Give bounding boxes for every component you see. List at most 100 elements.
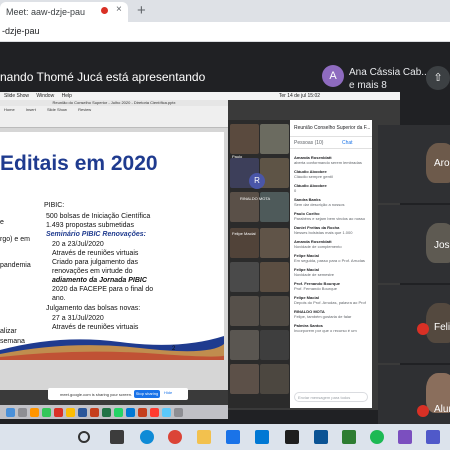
slide-left-text: rgo) e em [0, 236, 30, 243]
app-icon[interactable] [138, 408, 147, 417]
mic-off-icon [417, 405, 429, 417]
ribbon-tab[interactable]: Slide Show [47, 107, 67, 112]
task-view-icon[interactable] [110, 430, 124, 444]
slide-subbullet: renovações em virtude do [52, 268, 133, 275]
slide-subbullet: ano. [52, 295, 66, 302]
chat-input[interactable]: Enviar mensagem para todos [294, 392, 368, 402]
screen-share-bar: meet.google.com is sharing your screen. … [48, 388, 188, 400]
chrome-icon[interactable] [66, 408, 75, 417]
edge-icon[interactable] [140, 430, 154, 444]
video-tile[interactable] [230, 296, 259, 326]
slide-bullet: 1.493 propostas submetidas [46, 222, 134, 229]
trash-icon[interactable] [174, 408, 183, 417]
menu-item[interactable]: Window [36, 93, 54, 99]
video-tile[interactable] [230, 364, 259, 394]
message-text: Em seguida, passo para o Prof. Arrudas [294, 258, 365, 263]
browser-tab-bar: Meet: aaw-dzje-pau × + [0, 0, 450, 22]
slide-subbullet: 20 a 23/Jul/2020 [52, 241, 104, 248]
chat-messages: Amanda Rosenblatt aberta conformando ser… [290, 149, 372, 335]
message-text: Incorporem por que o recurso é um [294, 328, 357, 333]
video-tile[interactable] [260, 228, 289, 258]
participant-tile[interactable] [378, 365, 450, 424]
presenter-banner: nando Thomé Jucá está apresentando [0, 70, 206, 84]
chat-tabs: Pessoas (10) Chat [290, 137, 372, 149]
message-text: Nesses bolsistas mais que 1.000 [294, 230, 353, 235]
chrome-icon[interactable] [168, 430, 182, 444]
mac-menubar: Slide Show Window Help [0, 92, 400, 100]
participant-more: e mais 8 [349, 80, 387, 91]
slide-subbullet: Através de reuniões virtuais [52, 250, 139, 257]
whatsapp-icon[interactable] [114, 408, 123, 417]
slide-subbullet: Criado para julgamento das [52, 259, 138, 266]
tab-chat[interactable]: Chat [342, 140, 353, 146]
app-icon[interactable] [162, 408, 171, 417]
app-icon[interactable] [426, 430, 440, 444]
search-icon[interactable] [78, 431, 90, 443]
message-text: Felipe, também gostaria de falar [294, 314, 352, 319]
word-icon[interactable] [78, 408, 87, 417]
tile-caption: Felipe Macial [232, 231, 256, 236]
finder-icon[interactable] [6, 408, 15, 417]
tab-title: Meet: aaw-dzje-pau [6, 7, 86, 17]
stop-sharing-button[interactable]: Stop sharing [134, 390, 160, 398]
video-tile[interactable] [230, 124, 259, 154]
ribbon-tab[interactable]: Home [4, 107, 15, 112]
ribbon-tab[interactable]: Review [78, 107, 91, 112]
spotify-icon[interactable] [370, 430, 384, 444]
app-icon[interactable] [42, 408, 51, 417]
slide-bullet: Julgamento das bolsas novas: [46, 305, 141, 312]
browser-tab[interactable]: Meet: aaw-dzje-pau [0, 2, 128, 22]
menu-item[interactable]: Slide Show [4, 93, 29, 99]
slide-subbullet: adiamento da Jornada PIBIC [52, 277, 147, 284]
windows-taskbar [0, 424, 450, 450]
app-icon[interactable] [314, 430, 328, 444]
excel-icon[interactable] [102, 408, 111, 417]
pibic-heading: PIBIC: [44, 202, 65, 209]
message-text: Depois do Prof. Arrudas, palavra ao Prof [294, 300, 366, 305]
video-tile[interactable] [260, 296, 289, 326]
app-icon[interactable] [18, 408, 27, 417]
hide-button[interactable]: Hide [164, 390, 172, 395]
video-tile[interactable] [260, 124, 289, 154]
recording-indicator-icon [101, 7, 108, 14]
teams-icon[interactable] [398, 430, 412, 444]
present-icon[interactable]: ⇧ [426, 66, 450, 90]
mac-dock [0, 405, 228, 419]
chat-header: Reunião Conselho Superior da F... [290, 120, 372, 137]
app-icon[interactable] [342, 430, 356, 444]
slide-canvas: Editais em 2020 e rgo) e em pandemia ali… [0, 132, 224, 360]
slide-bullet: Seminário PIBIC Renovações: [46, 231, 146, 238]
ribbon-tab[interactable]: Insert [26, 107, 36, 112]
new-tab-button[interactable]: + [137, 2, 146, 19]
acrobat-icon[interactable] [150, 408, 159, 417]
video-tile[interactable] [260, 262, 289, 292]
address-bar[interactable]: -dzje-pau [0, 22, 450, 42]
mail-icon[interactable] [255, 430, 269, 444]
app-icon[interactable] [285, 430, 299, 444]
app-icon[interactable] [126, 408, 135, 417]
share-bar-text: meet.google.com is sharing your screen. [60, 392, 133, 397]
slide-subbullet: 27 a 31/Jul/2020 [52, 315, 104, 322]
folder-icon[interactable] [197, 430, 211, 444]
mac-clock: Ter 14 de jul 15:02 [278, 93, 320, 99]
app-icon[interactable] [54, 408, 63, 417]
message-text: Prof. Fernando Bourque [294, 286, 337, 291]
video-tile[interactable] [230, 330, 259, 360]
video-tile[interactable] [260, 330, 289, 360]
slide-bullet: 500 bolsas de Iniciação Científica [46, 213, 151, 220]
participant-avatar[interactable]: A [322, 65, 344, 87]
video-tile[interactable] [230, 262, 259, 292]
tab-people[interactable]: Pessoas (10) [294, 140, 323, 146]
menu-item[interactable]: Help [62, 93, 72, 99]
ppt-ribbon: Home Insert Slide Show Review [0, 106, 228, 128]
powerpoint-icon[interactable] [90, 408, 99, 417]
message-text: aberta conformando serem lembradas [294, 160, 362, 165]
video-tile[interactable] [260, 364, 289, 394]
app-icon[interactable] [30, 408, 39, 417]
tile-avatar: R [249, 173, 265, 189]
slide-subbullet: 2020 da FACEPE para o final do [52, 286, 154, 293]
store-icon[interactable] [226, 430, 240, 444]
mic-off-icon [417, 323, 429, 335]
tile-caption: RINALDO MOTA [240, 196, 271, 201]
tab-close-icon[interactable]: × [116, 4, 122, 15]
